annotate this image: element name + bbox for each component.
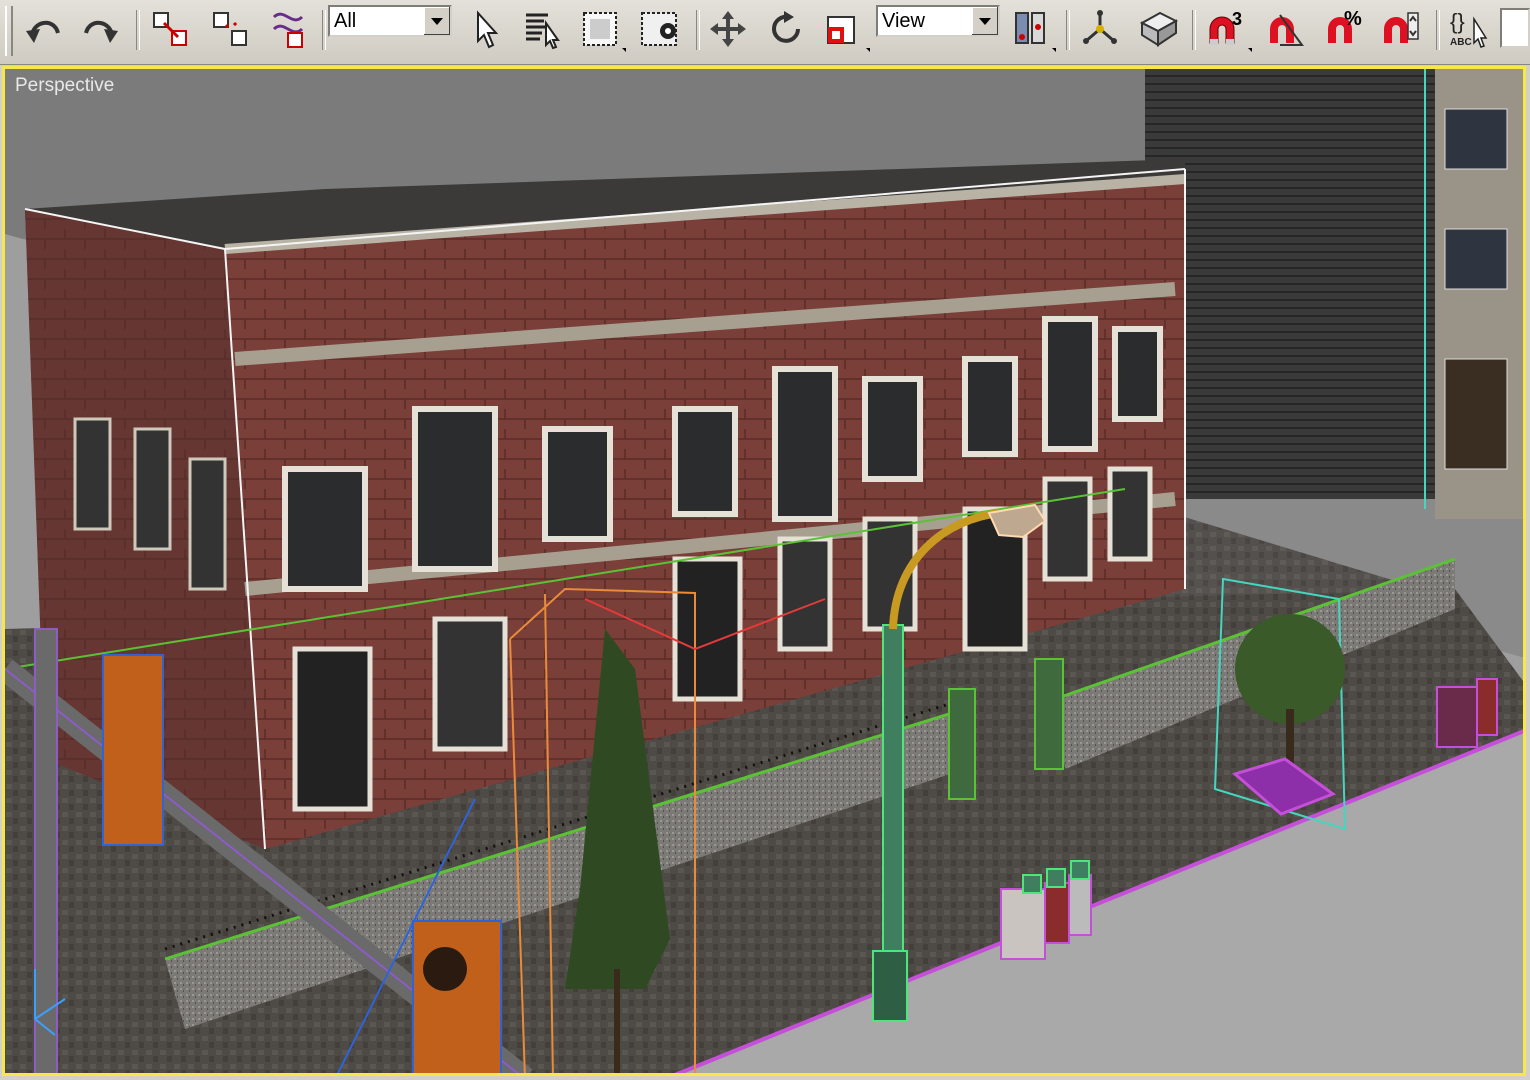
select-object-icon[interactable] — [460, 5, 512, 53]
scene-render — [5, 69, 1523, 1073]
redo-icon[interactable] — [74, 5, 126, 53]
named-selection-field[interactable] — [1500, 8, 1530, 48]
named-sel-label: ABC — [1450, 37, 1472, 48]
status-strip — [0, 1076, 1530, 1080]
traffic-light-head-near — [412, 920, 502, 1073]
select-and-manipulate-icon[interactable] — [1074, 5, 1126, 53]
street-lamp-base — [872, 950, 908, 1022]
toolbar-separator — [1192, 10, 1196, 50]
select-and-move-icon[interactable] — [702, 5, 754, 53]
gate-pillar — [1034, 658, 1064, 770]
window-crossing-icon[interactable] — [634, 5, 686, 53]
street-tree-canopy — [1235, 614, 1345, 724]
unlink-selection-icon[interactable] — [204, 5, 256, 53]
flyout-indicator — [866, 48, 870, 52]
toolbar-separator — [1436, 10, 1440, 50]
percent-label: % — [1344, 8, 1362, 30]
toolbar-separator — [1066, 10, 1070, 50]
select-and-link-icon[interactable] — [144, 5, 196, 53]
toolbar-separator — [322, 10, 326, 50]
undo-icon[interactable] — [18, 5, 70, 53]
perspective-viewport[interactable]: Perspective — [2, 66, 1526, 1076]
reference-coordinate-system[interactable]: View — [876, 5, 1000, 37]
apartment-window — [1444, 108, 1508, 170]
selection-filter-value: All — [334, 10, 357, 32]
apartment-window — [1444, 228, 1508, 290]
spinner-snap-toggle-icon[interactable] — [1374, 5, 1426, 53]
main-toolbar: All View 3 % {} ABC — [0, 0, 1530, 65]
traffic-light-pole — [34, 628, 58, 1073]
select-and-scale-icon[interactable] — [814, 5, 866, 53]
svg-text:{}: {} — [1450, 9, 1465, 34]
rectangular-selection-region-icon[interactable] — [574, 5, 626, 53]
chevron-down-icon[interactable] — [423, 7, 450, 35]
toolbar-separator — [696, 10, 700, 50]
reference-coordinate-value: View — [882, 10, 925, 32]
flyout-indicator — [1052, 48, 1056, 52]
use-pivot-point-center-icon[interactable] — [1004, 5, 1056, 53]
traffic-signal-lamp — [423, 947, 467, 991]
keyboard-shortcut-override-icon[interactable] — [1132, 5, 1184, 53]
toolbar-grip[interactable] — [5, 6, 13, 56]
viewport-label[interactable]: Perspective — [15, 75, 114, 97]
percent-snap-toggle-icon[interactable]: % — [1316, 5, 1368, 53]
edit-named-selection-sets-icon[interactable]: {} ABC — [1442, 5, 1494, 53]
dark-building-facade — [1145, 69, 1445, 499]
angle-snap-toggle-icon[interactable] — [1258, 5, 1310, 53]
flyout-indicator — [1248, 48, 1252, 52]
gate-pillar — [948, 688, 976, 800]
flyout-indicator — [622, 48, 626, 52]
apartment-window — [1444, 358, 1508, 470]
bind-to-space-warp-icon[interactable] — [262, 5, 314, 53]
toolbar-separator — [136, 10, 140, 50]
select-by-name-icon[interactable] — [516, 5, 568, 53]
snap-label: 3 — [1232, 9, 1242, 29]
selection-filter[interactable]: All — [328, 5, 452, 37]
select-and-rotate-icon[interactable] — [760, 5, 812, 53]
street-lamp-pole — [882, 624, 904, 1006]
traffic-light-head — [102, 654, 164, 846]
snaps-toggle-icon[interactable]: 3 — [1198, 5, 1250, 53]
chevron-down-icon[interactable] — [971, 7, 998, 35]
